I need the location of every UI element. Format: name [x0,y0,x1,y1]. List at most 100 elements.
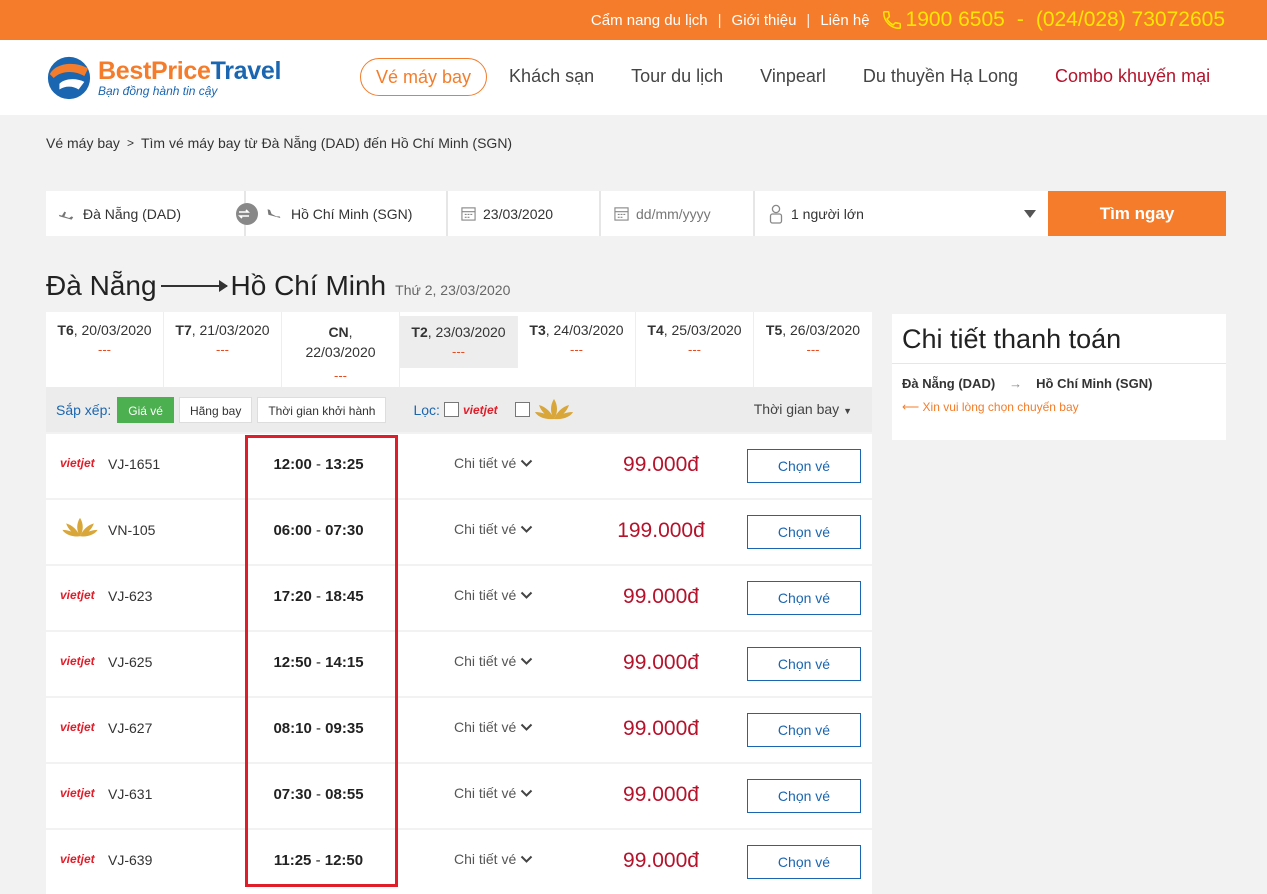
top-link-guide[interactable]: Cẩm nang du lịch [591,12,708,29]
vietjet-logo-icon: vietjet [60,852,104,871]
chevron-down-icon [516,587,533,603]
depart-date-field[interactable]: 23/03/2020 [448,191,601,236]
flight-time: 08:10 - 09:35 [273,720,364,737]
from-field[interactable]: Đà Nẵng (DAD) [46,191,258,236]
vietnam-airlines-logo-icon [534,398,573,419]
filter-vietnam-airlines-checkbox[interactable] [514,402,530,417]
top-link-contact[interactable]: Liên hệ [820,12,869,29]
svg-text:vietjet: vietjet [60,654,96,668]
vietjet-logo-icon: vietjet [60,588,104,607]
flight-price: 99.000đ [623,783,699,806]
flight-price: 99.000đ [623,849,699,872]
breadcrumb-current: Tìm vé máy bay từ Đà Nẵng (DAD) đến Hồ C… [140,135,513,151]
svg-text:vietjet: vietjet [60,852,96,866]
hotline-number-2: (024/028) 73072605 [1035,8,1225,31]
svg-text:vietjet: vietjet [60,720,96,734]
date-tab-price: --- [452,344,465,359]
passengers-select[interactable]: 1 người lớn [755,191,1048,236]
arrow-right-icon [160,280,228,292]
top-link-about[interactable]: Giới thiệu [732,12,797,29]
top-bar: Cẩm nang du lịch | Giới thiệu | Liên hệ … [0,0,1267,40]
payment-origin: Đà Nẵng (DAD) [902,376,996,391]
flight-row: vietjet VJ-625 12:50 - 14:15 Chi tiết vé 99.… [46,632,872,696]
nav-vinpearl[interactable]: Vinpearl [760,58,826,96]
takeoff-icon [58,211,74,220]
flight-time: 12:50 - 14:15 [273,654,364,671]
date-tab[interactable]: CN, 22/03/2020 --- [282,312,400,387]
flight-code: VN-105 [108,522,156,538]
date-tab[interactable]: T6, 20/03/2020 --- [46,312,164,387]
flight-row: vietjet VJ-631 07:30 - 08:55 Chi tiết vé 99.… [46,764,872,828]
nav-hotels[interactable]: Khách sạn [509,58,594,96]
flight-code: VJ-631 [108,786,153,802]
date-tab[interactable]: T7, 21/03/2020 --- [164,312,282,387]
choose-ticket-button[interactable]: Chọn vé [747,581,861,615]
brand-name: BestPriceTravel [98,57,282,85]
to-field[interactable]: Hồ Chí Minh (SGN) [246,191,448,236]
ticket-detail-toggle[interactable]: Chi tiết vé [454,719,533,735]
choose-ticket-button[interactable]: Chọn vé [747,845,861,879]
to-value: Hồ Chí Minh (SGN) [291,205,413,222]
nav-halong-cruise[interactable]: Du thuyền Hạ Long [863,58,1018,96]
ticket-detail-toggle[interactable]: Chi tiết vé [454,785,533,801]
vietjet-logo-icon: vietjet [60,654,104,673]
vietjet-logo-icon: vietjet [60,720,104,739]
top-links: Cẩm nang du lịch | Giới thiệu | Liên hệ … [591,0,1225,40]
chevron-right-icon: > [126,136,134,150]
sort-by-price-button[interactable]: Giá vé [117,396,174,423]
calendar-icon [461,207,476,221]
caret-down-icon: ▼ [843,406,852,416]
date-tab-price: --- [570,342,583,357]
filter-bar: Sắp xếp: Giá vé Hãng bay Thời gian khởi … [46,387,872,432]
phone-icon [882,11,901,29]
choose-ticket-button[interactable]: Chọn vé [747,713,861,747]
nav-tours[interactable]: Tour du lịch [631,58,723,96]
search-button[interactable]: Tìm ngay [1048,191,1226,236]
flight-row: vietjet VJ-1651 12:00 - 13:25 Chi tiết vé 99… [46,434,872,498]
flight-row: VN-105 06:00 - 07:30 Chi tiết vé 199.000đ Ch… [46,500,872,564]
sort-by-departure-button[interactable]: Thời gian khởi hành [257,396,387,423]
date-tab[interactable]: T4, 25/03/2020 --- [636,312,754,387]
flight-code: VJ-1651 [108,456,161,472]
chevron-down-icon [516,653,533,669]
date-tab[interactable]: T5, 26/03/2020 --- [754,312,872,387]
ticket-detail-toggle[interactable]: Chi tiết vé [454,653,533,669]
nav-combo-promo[interactable]: Combo khuyến mại [1055,58,1210,96]
chevron-down-icon [516,521,533,537]
sort-by-airline-button[interactable]: Hãng bay [178,396,253,423]
choose-ticket-button[interactable]: Chọn vé [747,449,861,483]
vietnam-airlines-logo-icon [60,517,100,545]
flight-code: VJ-639 [108,852,153,868]
choose-ticket-button[interactable]: Chọn vé [747,647,861,681]
date-tab-price: --- [98,342,111,357]
flight-price: 99.000đ [623,717,699,740]
flight-price: 99.000đ [623,651,699,674]
swap-icon[interactable] [236,203,258,225]
logo[interactable]: BestPriceTravel Bạn đồng hành tin cậy [46,54,281,102]
nav-flights[interactable]: Vé máy bay [360,58,488,96]
ticket-detail-toggle[interactable]: Chi tiết vé [454,851,533,867]
payment-route: Đà Nẵng (DAD) → Hồ Chí Minh (SGN) [892,364,1226,391]
choose-ticket-button[interactable]: Chọn vé [747,515,861,549]
choose-ticket-button[interactable]: Chọn vé [747,779,861,813]
ticket-detail-toggle[interactable]: Chi tiết vé [454,587,533,603]
breadcrumb-root[interactable]: Vé máy bay [46,135,120,151]
date-tab-selected[interactable]: T2, 23/03/2020 --- [400,316,518,368]
date-tab-price: --- [806,342,820,357]
flight-time: 12:00 - 13:25 [273,456,364,473]
route-title: Đà Nẵng Hồ Chí Minh Thứ 2, 23/03/2020 [46,270,510,302]
breadcrumb: Vé máy bay > Tìm vé máy bay từ Đà Nẵng (… [46,135,512,151]
chevron-down-icon [516,785,533,801]
date-tab[interactable]: T3, 24/03/2020 --- [518,312,636,387]
return-date-field[interactable]: dd/mm/yyyy [601,191,755,236]
filter-vietjet-checkbox[interactable] [443,402,459,417]
sort-flight-duration-dropdown[interactable]: Thời gian bay ▼ [754,401,852,417]
hotline[interactable]: 1900 6505 - (024/028) 73072605 [880,8,1225,32]
flight-code: VJ-625 [108,654,153,670]
ticket-detail-toggle[interactable]: Chi tiết vé [454,455,533,471]
flight-row: vietjet VJ-623 17:20 - 18:45 Chi tiết vé 99.… [46,566,872,630]
route-destination: Hồ Chí Minh [230,270,387,301]
svg-text:vietjet: vietjet [60,786,96,800]
divider: | [717,11,722,29]
ticket-detail-toggle[interactable]: Chi tiết vé [454,521,533,537]
